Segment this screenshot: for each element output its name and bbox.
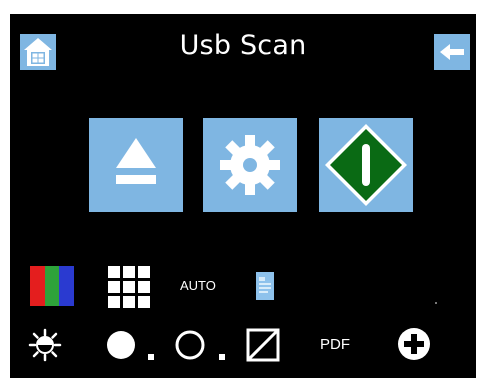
gear-icon (220, 135, 280, 195)
density-light-button[interactable] (173, 328, 207, 362)
separator-dot (148, 354, 154, 360)
contrast-icon (246, 328, 280, 362)
color-mode-button[interactable] (30, 266, 74, 306)
document-button[interactable] (256, 272, 274, 300)
filled-circle-icon (107, 331, 135, 359)
page-title: Usb Scan (179, 30, 307, 61)
document-icon (256, 272, 274, 300)
plus-circle-icon (398, 328, 430, 360)
settings-button[interactable] (203, 118, 297, 212)
decorative-dot (435, 302, 437, 304)
separator-dot (219, 354, 225, 360)
back-button[interactable] (434, 34, 470, 70)
eject-icon (116, 138, 156, 184)
rgb-color-icon (30, 266, 74, 306)
resolution-button[interactable] (108, 266, 150, 308)
file-format-label[interactable]: PDF (320, 336, 350, 353)
start-diamond-icon (325, 124, 407, 206)
start-button[interactable] (319, 118, 413, 212)
contrast-button[interactable] (246, 328, 280, 362)
eject-button[interactable] (89, 118, 183, 212)
scanner-screen: Usb Scan AUTO PDF (10, 14, 476, 378)
density-dark-button[interactable] (104, 328, 138, 362)
more-options-button[interactable] (396, 326, 432, 362)
brightness-button[interactable] (28, 328, 62, 362)
grid-icon (108, 266, 150, 308)
auto-mode-label[interactable]: AUTO (180, 278, 216, 293)
brightness-icon (28, 328, 62, 362)
outline-circle-icon (175, 330, 205, 360)
arrow-left-icon (440, 44, 464, 60)
